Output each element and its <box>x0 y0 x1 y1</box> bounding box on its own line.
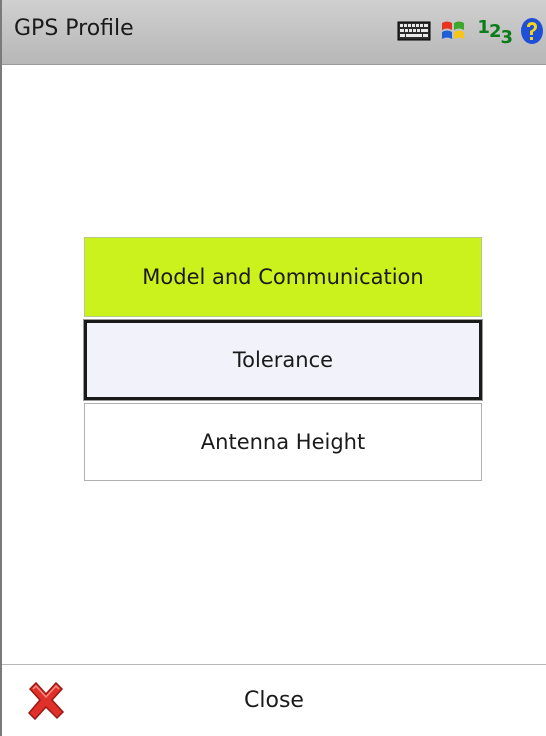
input-mode-icon[interactable]: 123 <box>477 17 513 48</box>
input-mode-digit-2: 2 <box>488 20 501 42</box>
system-tray: 123 <box>389 14 544 48</box>
antenna-height-button[interactable]: Antenna Height <box>84 403 482 481</box>
gps-profile-screen: GPS Profile 1 2 3 Model and Communicatio… <box>0 0 546 736</box>
input-mode-digit-1: 1 <box>477 16 489 38</box>
input-mode-digit-3: 3 <box>500 26 512 48</box>
close-label: Close <box>244 688 304 713</box>
model-and-communication-button[interactable]: Model and Communication <box>84 237 482 317</box>
title-bar: GPS Profile 1 2 3 <box>2 0 546 65</box>
close-button[interactable]: Close <box>2 665 546 736</box>
page-title: GPS Profile <box>14 16 134 41</box>
tolerance-button[interactable]: Tolerance <box>83 319 483 401</box>
windows-start-icon[interactable] <box>439 16 469 46</box>
help-icon[interactable] <box>520 16 544 46</box>
keyboard-icon[interactable] <box>397 20 431 42</box>
bottom-bar: Close <box>2 664 546 736</box>
